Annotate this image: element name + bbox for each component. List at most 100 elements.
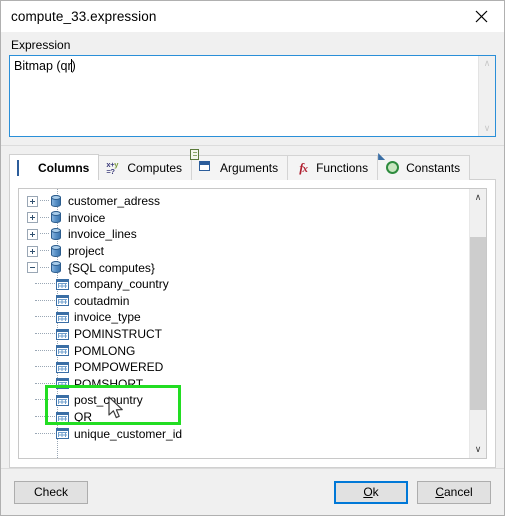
tree-item-pompowered[interactable]: POMPOWERED [19,359,469,376]
tree-item-label: POMPOWERED [74,360,164,375]
tree-connector [35,382,55,385]
tree-item-pominstruct[interactable]: POMINSTRUCT [19,326,469,343]
ok-button[interactable]: Ok [334,480,408,504]
tree-connector [35,366,55,368]
tab-area: Columns x+y =? Computes Arguments fx Func… [9,149,496,468]
tree-connector [35,416,55,418]
tab-computes-label: Computes [127,161,183,175]
scroll-down-button[interactable]: ∨ [470,441,486,458]
expander-icon[interactable] [27,245,38,257]
expander-icon[interactable] [27,228,38,240]
tree-item-label: unique_customer_id [74,426,183,441]
tree-connector [40,250,49,252]
scroll-up-icon[interactable]: ∧ [484,59,491,68]
tree-item-label: customer_adress [68,194,161,209]
tree-item-label: project [68,244,105,259]
fx-icon: fx [299,160,308,175]
tab-columns-label: Columns [38,160,90,175]
tree-item-invoice-lines[interactable]: invoice_lines [19,226,469,243]
tab-constants-label: Constants [406,161,461,175]
expression-scrollbar[interactable]: ∧ ∨ [478,56,495,136]
tree-item-label: post_country [74,393,143,408]
expression-text-area[interactable]: Bitmap (qr) [10,56,478,136]
scroll-up-button[interactable]: ∧ [470,189,486,206]
grid-icon [56,295,69,307]
close-icon [475,10,488,22]
tree-item-company-country[interactable]: company_country [19,276,469,293]
database-icon [50,244,62,258]
database-icon [50,261,62,274]
tree-item-sql-computes[interactable]: {SQL computes} [19,259,469,276]
grid-icon [56,311,69,323]
grid-icon [56,428,69,440]
tab-functions-label: Functions [316,161,369,175]
tree-connector [35,349,55,352]
tree-item-post-country[interactable]: post_country [19,392,469,409]
cancel-button-label: ancel [443,485,473,499]
tab-strip: Columns x+y =? Computes Arguments fx Func… [9,149,496,180]
scrollbar-thumb[interactable] [470,236,486,411]
tree-connector [40,200,49,202]
grid-icon [56,411,69,423]
cancel-button[interactable]: Cancel [417,480,491,504]
expression-input[interactable]: Bitmap (qr) ∧ ∨ [9,55,496,137]
database-icon [50,211,62,224]
grid-icon [56,378,69,390]
tree-connector [35,333,55,335]
tree-item-project[interactable]: project [19,243,469,260]
tab-arguments[interactable]: Arguments [190,149,289,180]
close-button[interactable] [459,1,504,31]
table-icon [17,159,33,176]
tab-functions[interactable]: fx Functions [287,155,379,180]
tree-item-label: POMLONG [74,343,136,358]
ok-button-mnemonic: O [363,485,373,499]
grid-icon [56,345,69,357]
tree-connector [40,233,49,235]
expander-icon[interactable] [27,212,38,224]
tree-item-label: {SQL computes} [68,260,155,275]
scroll-down-icon[interactable]: ∨ [484,124,491,133]
tab-arguments-label: Arguments [220,161,279,175]
grid-icon [56,278,69,290]
check-button[interactable]: Check [14,480,88,504]
tree-connector [35,316,55,318]
section-divider [1,145,504,146]
tab-columns[interactable]: Columns [9,154,100,180]
tree-item-pomshort[interactable]: POMSHORT [19,376,469,393]
expression-editor-dialog: compute_33.expression Expression Bitmap … [0,0,505,516]
tree-item-customer-adress[interactable]: customer_adress [19,193,469,210]
formula-icon: x+y =? [106,159,119,176]
tree-item-label: coutadmin [74,293,130,308]
tab-computes[interactable]: x+y =? Computes [98,155,193,180]
expression-section: Expression Bitmap (qr) ∧ ∨ [1,32,504,137]
expression-value-after-caret: ) [71,59,76,73]
tree-item-unique-customer-id[interactable]: unique_customer_id [19,425,469,442]
cancel-button-mnemonic: C [435,485,444,499]
expander-icon[interactable] [27,195,38,207]
tree-connector [35,432,55,435]
tree-item-label: invoice_type [74,310,141,325]
tab-panel-columns: customer_adress invoice invoice_lines pr… [9,179,496,468]
tree-connector [35,283,55,285]
tree-item-invoice-type[interactable]: invoice_type [19,309,469,326]
tree-item-label: POMSHORT [74,376,144,391]
title-bar: compute_33.expression [1,1,504,32]
tree-connector [35,399,55,401]
tree-item-coutadmin[interactable]: coutadmin [19,293,469,310]
database-icon [50,227,62,241]
tree-item-invoice[interactable]: invoice [19,210,469,227]
ok-button-label: k [372,485,379,499]
grid-icon [56,361,69,373]
expression-label: Expression [11,38,71,52]
tree-item-pomlong[interactable]: POMLONG [19,342,469,359]
tree-list[interactable]: customer_adress invoice invoice_lines pr… [19,189,469,458]
columns-tree[interactable]: customer_adress invoice invoice_lines pr… [18,188,487,459]
tree-scrollbar[interactable]: ∧ ∨ [469,189,486,458]
scrollbar-track[interactable] [470,206,486,441]
collapse-icon[interactable] [27,262,38,274]
tree-item-label: QR [74,410,92,425]
tree-item-qr[interactable]: QR [19,409,469,426]
tab-constants[interactable]: Constants [377,153,471,180]
constants-icon [378,153,401,176]
tree-item-label: company_country [74,277,169,292]
